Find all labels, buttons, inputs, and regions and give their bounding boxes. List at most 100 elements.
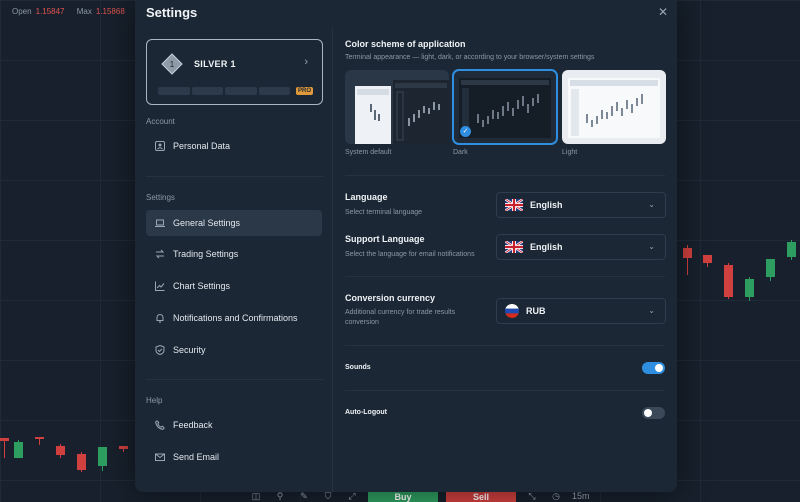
candlestick: [98, 447, 107, 471]
candlestick: [766, 259, 775, 281]
candle-body: [119, 446, 128, 449]
conversion-currency-subtitle: Additional currency for trade results co…: [345, 309, 456, 326]
settings-content: Color scheme of application Terminal app…: [334, 27, 677, 492]
chevron-down-icon: ⌄: [648, 306, 655, 315]
theme-label-dark: Dark: [453, 149, 468, 156]
row-divider: [345, 345, 665, 346]
candlestick: [56, 444, 65, 458]
row-divider: [345, 390, 665, 391]
sounds-label: Sounds: [345, 364, 371, 371]
modal-title: Settings: [146, 5, 198, 20]
chevron-down-icon: ⌄: [648, 200, 655, 209]
candle-body: [787, 242, 796, 257]
theme-option-system[interactable]: [345, 70, 449, 144]
conversion-currency-title: Conversion currency: [345, 293, 436, 303]
candle-body: [14, 442, 23, 458]
candle-body: [683, 248, 692, 258]
language-subtitle: Select terminal language: [345, 209, 423, 216]
system-theme-preview: [345, 70, 449, 144]
candlestick: [703, 255, 712, 267]
status-level-card[interactable]: 1 SILVER 1 › PRO: [146, 39, 323, 105]
sidebar-item-general-settings[interactable]: General Settings: [146, 210, 322, 236]
candle-body: [724, 265, 733, 297]
bell-gear-icon: [155, 313, 165, 323]
layout-icon[interactable]: ◫: [248, 491, 264, 502]
level-name: SILVER 1: [194, 59, 236, 69]
chevron-right-icon: ›: [304, 56, 308, 68]
collapse-icon[interactable]: ⤡: [524, 491, 540, 502]
progress-segment: [191, 87, 223, 95]
color-scheme-subtitle: Terminal appearance — light, dark, or ac…: [345, 54, 595, 61]
candlestick: [683, 245, 692, 275]
sidebar-item-security[interactable]: Security: [146, 337, 322, 363]
candle-body: [0, 438, 9, 441]
theme-label-system: System default: [345, 149, 392, 156]
candle-body: [745, 279, 754, 297]
theme-option-light[interactable]: [562, 70, 666, 144]
settings-sidebar: 1 SILVER 1 › PRO Account Personal Data S…: [135, 27, 333, 492]
color-scheme-title: Color scheme of application: [345, 39, 466, 49]
sidebar-item-label: Feedback: [173, 420, 213, 430]
chart-icon: [155, 281, 165, 291]
sidebar-item-trading-settings[interactable]: Trading Settings: [146, 241, 322, 267]
sidebar-item-label: Send Email: [173, 452, 220, 462]
trade-icon: [155, 249, 165, 259]
chevron-down-icon: ⌄: [648, 242, 655, 251]
indicators-icon[interactable]: ⚲: [272, 491, 288, 502]
candle-body: [703, 255, 712, 263]
sidebar-item-label: Personal Data: [173, 141, 231, 151]
account-section-label: Account: [146, 117, 175, 126]
selected-check-icon: ✓: [460, 126, 471, 137]
candle-body: [35, 437, 44, 439]
conversion-currency-select[interactable]: RUB ⌄: [496, 298, 666, 324]
sidebar-item-label: Trading Settings: [173, 249, 239, 259]
candle-body: [766, 259, 775, 277]
close-icon[interactable]: ✕: [658, 5, 668, 19]
conversion-currency-value: RUB: [526, 306, 546, 316]
row-divider: [345, 276, 665, 277]
level-number: 1: [170, 60, 175, 69]
draw-icon[interactable]: ✎: [296, 491, 312, 502]
uk-flag-icon: [505, 241, 523, 253]
candlestick: [0, 438, 9, 458]
support-language-select[interactable]: English ⌄: [496, 234, 666, 260]
laptop-icon: [155, 218, 165, 228]
level-progress: [158, 87, 290, 95]
phone-icon: [155, 420, 165, 430]
candlestick: [787, 240, 796, 260]
sidebar-item-label: General Settings: [173, 218, 241, 228]
sounds-toggle[interactable]: [642, 362, 665, 374]
sidebar-divider: [146, 176, 323, 177]
theme-label-light: Light: [562, 149, 578, 156]
settings-section-label: Settings: [146, 193, 175, 202]
mail-icon: [155, 452, 165, 462]
candlestick: [724, 263, 733, 299]
language-select[interactable]: English ⌄: [496, 192, 666, 218]
settings-modal: Settings ✕ 1 SILVER 1 › PRO Account Pers…: [135, 0, 677, 492]
sidebar-item-send-email[interactable]: Send Email: [146, 444, 322, 470]
shield-icon: [155, 345, 165, 355]
theme-option-dark[interactable]: ✓: [452, 69, 558, 145]
sidebar-item-feedback[interactable]: Feedback: [146, 412, 322, 438]
shield-small-icon[interactable]: ⛉: [320, 491, 336, 502]
clock-icon[interactable]: ◷: [548, 491, 564, 502]
support-language-value: English: [530, 242, 563, 252]
language-value: English: [530, 200, 563, 210]
timeframe-select[interactable]: 15m: [572, 491, 590, 501]
support-language-title: Support Language: [345, 234, 425, 244]
uk-flag-icon: [505, 199, 523, 211]
sidebar-item-personal-data[interactable]: Personal Data: [146, 133, 322, 159]
expand-icon[interactable]: ⤢: [344, 491, 360, 502]
sidebar-item-chart-settings[interactable]: Chart Settings: [146, 273, 322, 299]
candlestick: [14, 440, 23, 458]
russia-flag-icon: [505, 304, 519, 318]
toggle-knob: [655, 364, 663, 372]
language-title: Language: [345, 192, 388, 202]
sidebar-item-label: Security: [173, 345, 206, 355]
user-card-icon: [155, 141, 165, 151]
auto-logout-toggle[interactable]: [642, 407, 665, 419]
candlestick: [745, 277, 754, 301]
sidebar-item-notifications[interactable]: Notifications and Confirmations: [146, 305, 322, 331]
progress-segment: [225, 87, 257, 95]
sidebar-divider: [146, 379, 323, 380]
